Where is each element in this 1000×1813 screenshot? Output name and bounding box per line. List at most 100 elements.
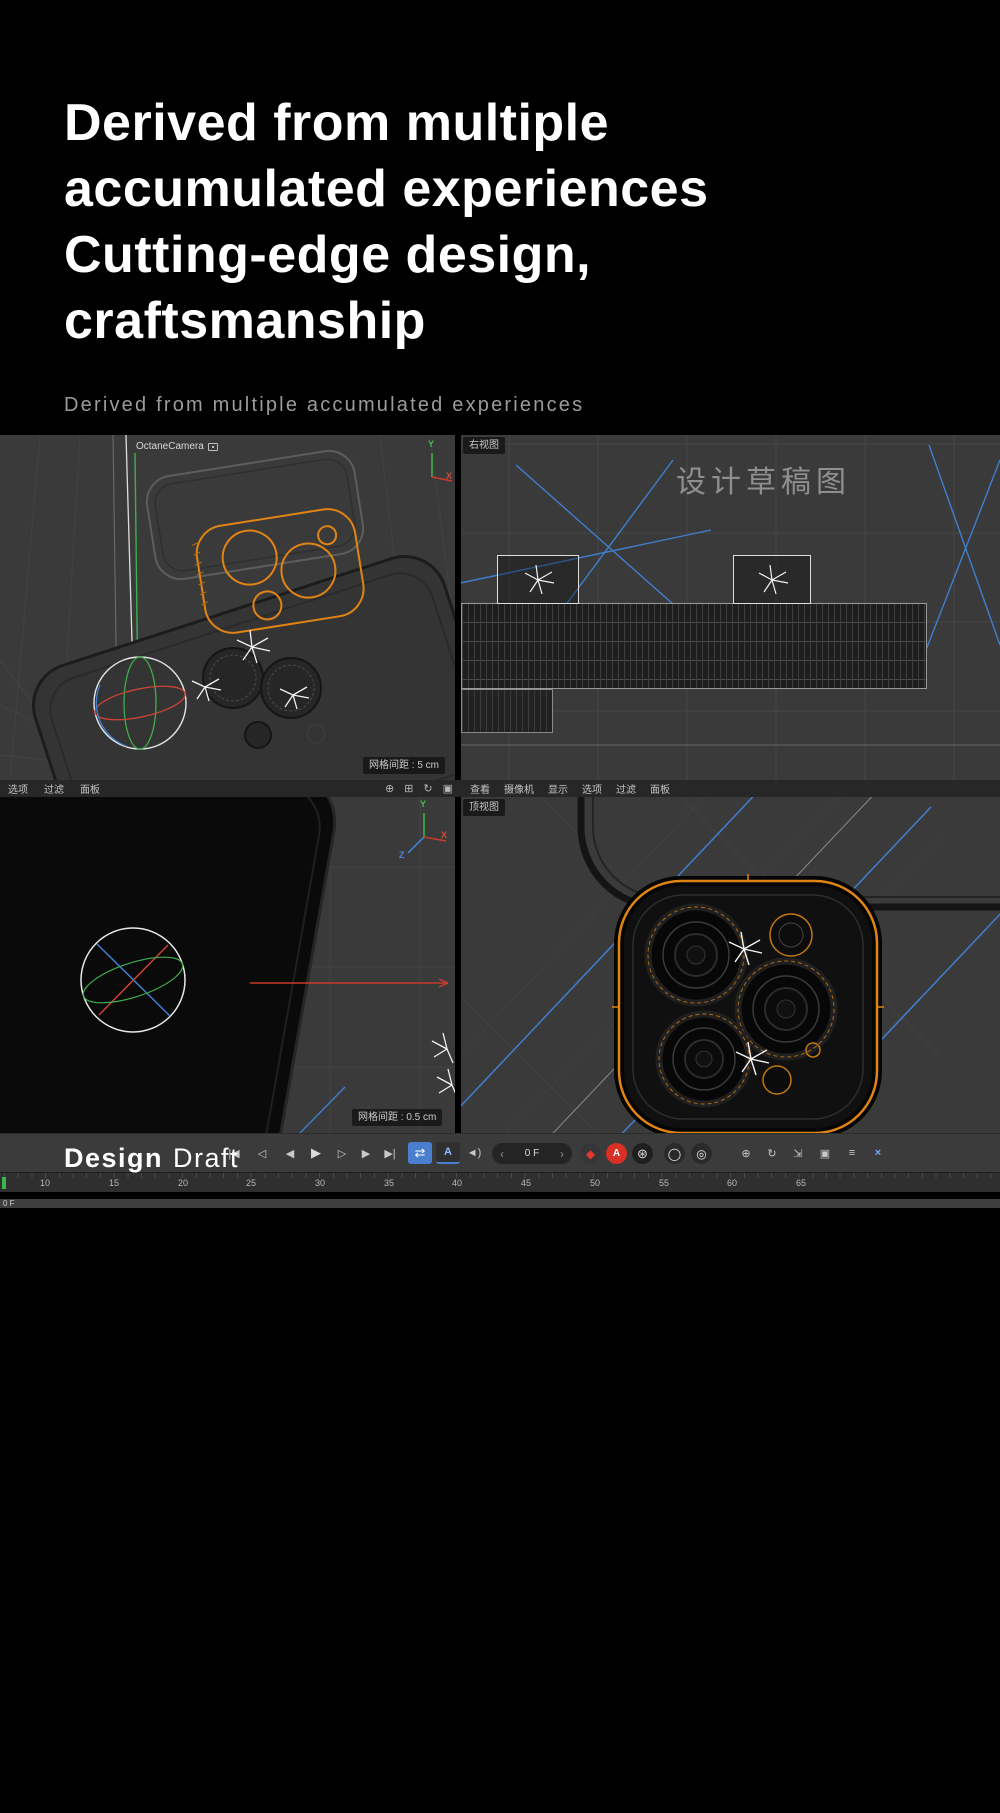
menu-panel[interactable]: 面板 [650, 781, 670, 796]
loop-playback-button[interactable]: ⇄ [408, 1142, 432, 1164]
maximize-view-icon[interactable]: ▣ [443, 782, 453, 795]
flash-circle [770, 914, 812, 956]
right-view-viewport[interactable]: 右视图 设计草稿图 [461, 435, 1000, 780]
z-axis-label: Z [399, 850, 405, 860]
keyframe-mode-button[interactable]: ◎ [691, 1143, 712, 1164]
caption-word: Design [64, 1143, 163, 1173]
frame-field[interactable]: ‹ 0 F › [492, 1143, 572, 1164]
sketch-starbursts [432, 1033, 455, 1099]
phone-side-wireframe-lower [461, 689, 553, 733]
pan-icon[interactable]: ⊕ [385, 782, 394, 795]
scale-tool-button[interactable]: ⇲ [786, 1142, 810, 1164]
ruler-tick: 65 [796, 1178, 806, 1188]
ruler-tick: 45 [521, 1178, 531, 1188]
x-axis-label: X [446, 471, 452, 481]
camera-section-outline [733, 555, 811, 604]
menu-panel[interactable]: 面板 [80, 781, 100, 796]
camera-lens [659, 1014, 749, 1104]
autokey-button[interactable]: A [436, 1142, 460, 1164]
page-title-line: accumulated experiences [64, 156, 964, 222]
rotate-tool-button[interactable]: ↻ [760, 1142, 784, 1164]
menu-filter[interactable]: 过滤 [44, 781, 64, 796]
rotate-view-icon[interactable]: ↻ [423, 782, 432, 795]
move-tool-button[interactable]: ⊕ [734, 1142, 758, 1164]
ruler-tick: 25 [246, 1178, 256, 1188]
top-viewport[interactable]: 顶视图 [461, 797, 1000, 1133]
ruler-tick: 55 [659, 1178, 669, 1188]
camera-lens [738, 961, 834, 1057]
design-draft-caption: Design Draft [64, 1143, 239, 1174]
sketch-starburst [759, 565, 788, 594]
timeline-ruler[interactable]: 10 15 20 25 30 35 40 45 50 55 60 65 [0, 1172, 1000, 1192]
caption-word: Draft [173, 1143, 239, 1173]
camera-object-label[interactable]: OctaneCamera [136, 441, 218, 452]
ruler-tick: 30 [315, 1178, 325, 1188]
layer-sliders-button[interactable]: ≡ [840, 1142, 864, 1164]
record-keyframe-button[interactable]: ◆ [580, 1143, 601, 1164]
front-viewport[interactable]: Y X Z 网格间距 : 0.5 cm [0, 797, 455, 1133]
left-viewport-menu: 选项 过滤 面板 ⊕ ⊞ ↻ ▣ [0, 780, 461, 797]
frame-status-strip: 0 F [0, 1199, 1000, 1208]
keying-settings-button[interactable]: ⊛ [632, 1143, 653, 1164]
lidar-circle [763, 1066, 791, 1094]
top-view-canvas [461, 797, 1000, 1133]
phone-silhouette [0, 797, 343, 1133]
page-title-line: craftsmanship [64, 288, 964, 354]
right-viewport-menu: 查看 摄像机 显示 选项 过滤 面板 [461, 780, 670, 797]
frame-prev-arrow[interactable]: ‹ [500, 1147, 504, 1161]
zoom-icon[interactable]: ⊞ [404, 782, 413, 795]
perspective-viewport-canvas [0, 435, 455, 780]
grid-spacing-label: 网格间距 : 0.5 cm [352, 1109, 442, 1126]
axis-lock-button[interactable]: × [866, 1142, 890, 1164]
menu-filter[interactable]: 过滤 [616, 781, 636, 796]
page-title-line: Derived from multiple [64, 90, 964, 156]
sketch-starburst [525, 565, 554, 594]
viewport-name-label[interactable]: 顶视图 [463, 799, 505, 816]
ruler-tick: 10 [40, 1178, 50, 1188]
previous-frame-button[interactable]: ◀ [278, 1142, 302, 1164]
ruler-tick: 50 [590, 1178, 600, 1188]
previous-key-button[interactable]: ◁ [250, 1142, 274, 1164]
ruler-tick: 15 [109, 1178, 119, 1188]
record-scrub-button[interactable]: ◯ [664, 1143, 685, 1164]
camera-object-icon [208, 443, 218, 451]
next-frame-button[interactable]: ▷ [330, 1142, 354, 1164]
menu-view[interactable]: 查看 [470, 781, 490, 796]
sound-button[interactable]: ◄) [462, 1142, 486, 1164]
menu-cameras[interactable]: 摄像机 [504, 781, 534, 796]
y-axis-label: Y [428, 439, 434, 449]
ruler-tick: 20 [178, 1178, 188, 1188]
viewport-name-label[interactable]: 右视图 [463, 437, 505, 454]
camera-object-name: OctaneCamera [136, 441, 204, 452]
go-to-end-button[interactable]: ▶| [378, 1142, 402, 1164]
auto-keying-button[interactable]: A [606, 1143, 627, 1164]
front-view-canvas [0, 797, 455, 1133]
ruler-tick: 40 [452, 1178, 462, 1188]
grid-spacing-label: 网格间距 : 5 cm [363, 757, 445, 774]
c4d-workspace: OctaneCamera Y X 网格间距 : 5 cm [0, 435, 1000, 1208]
camera-section-outline [497, 555, 579, 604]
viewport-nav-icons: ⊕ ⊞ ↻ ▣ [385, 780, 453, 797]
camera-module [612, 874, 884, 1133]
viewport-menubar: 选项 过滤 面板 ⊕ ⊞ ↻ ▣ 查看 摄像机 显示 选项 过滤 面板 [0, 780, 1000, 797]
ruler-tick: 60 [727, 1178, 737, 1188]
frame-value: 0 F [525, 1148, 539, 1159]
next-key-button[interactable]: ▶ [354, 1142, 378, 1164]
play-button[interactable]: ▶ [304, 1142, 328, 1164]
watermark-text: 设计草稿图 [676, 457, 851, 501]
page-subtitle: Derived from multiple accumulated experi… [64, 394, 964, 417]
ruler-tick: 35 [384, 1178, 394, 1188]
x-axis-label: X [441, 830, 447, 840]
y-axis-label: Y [420, 799, 426, 809]
coord-system-button[interactable]: ▣ [813, 1142, 837, 1164]
camera-lens [648, 907, 744, 1003]
current-frame-marker[interactable] [2, 1177, 6, 1189]
hero-section: Derived from multiple accumulated experi… [64, 90, 964, 417]
menu-options[interactable]: 选项 [582, 781, 602, 796]
menu-display[interactable]: 显示 [548, 781, 568, 796]
frame-next-arrow[interactable]: › [560, 1147, 564, 1161]
menu-options[interactable]: 选项 [8, 781, 28, 796]
perspective-viewport[interactable]: OctaneCamera Y X 网格间距 : 5 cm [0, 435, 455, 780]
phone-side-wireframe [461, 603, 927, 689]
page-title-line: Cutting-edge design, [64, 222, 964, 288]
